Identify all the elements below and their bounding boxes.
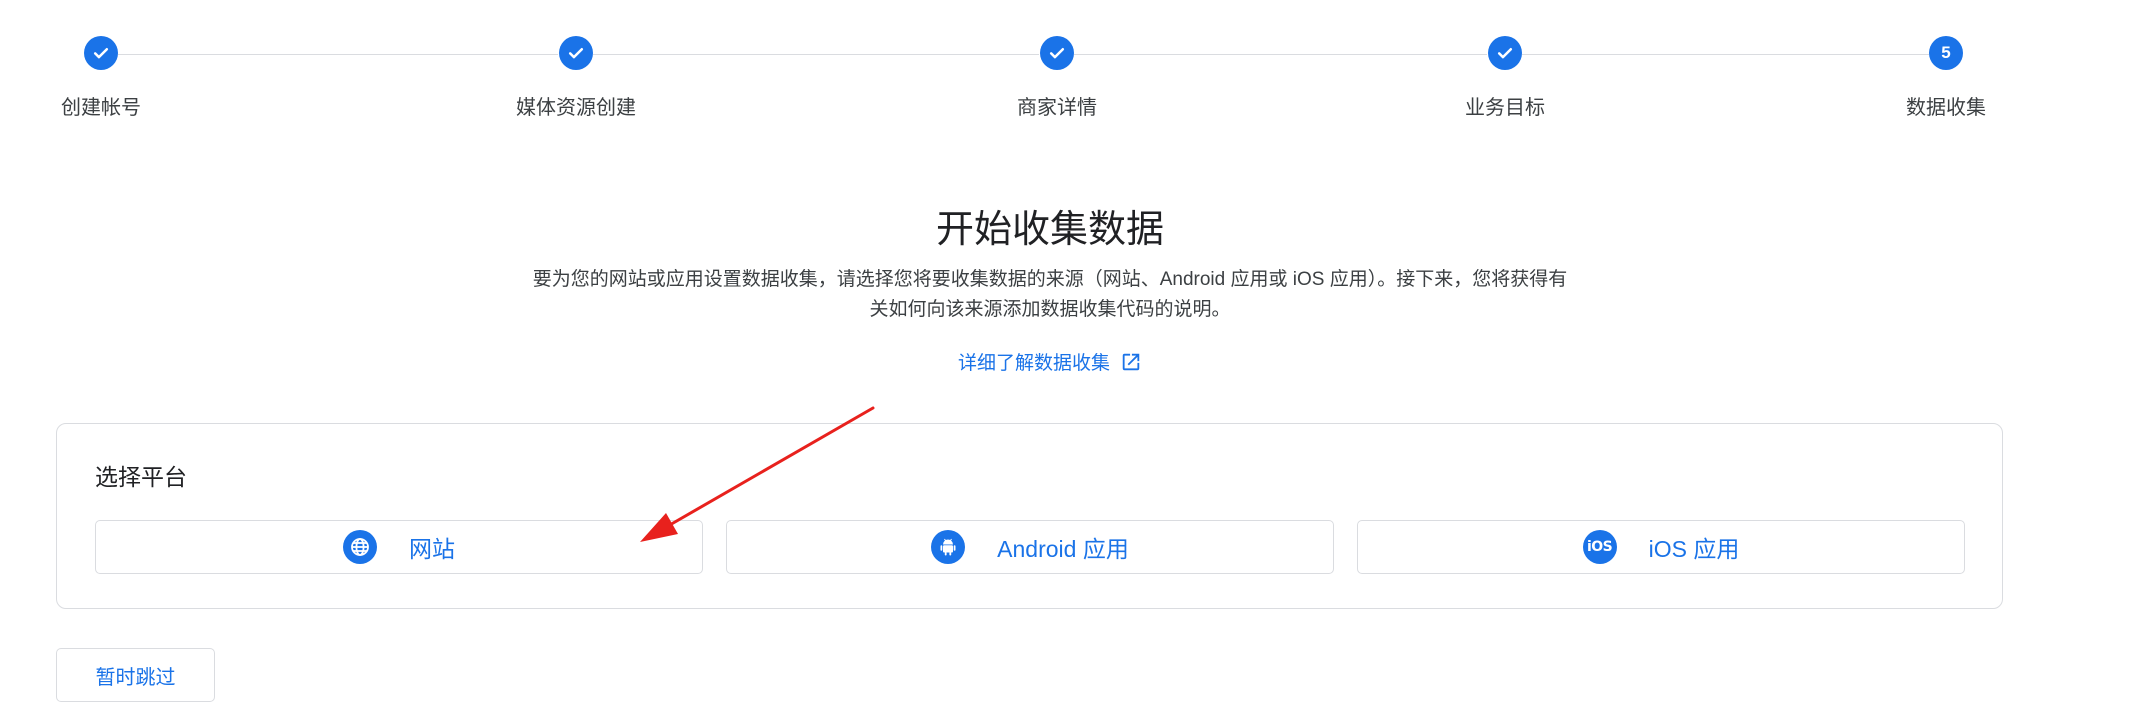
skip-button[interactable]: 暂时跳过 [56, 648, 215, 702]
platform-android-button[interactable]: Android 应用 [726, 520, 1334, 574]
check-icon [1488, 36, 1522, 70]
step-create-account: 创建帐号 [0, 36, 211, 120]
android-icon [931, 530, 966, 564]
step-data-collection: 5 数据收集 [1836, 36, 2056, 120]
description-line: 关如何向该来源添加数据收集代码的说明。 [869, 299, 1231, 320]
platform-label: 网站 [409, 536, 455, 562]
step-business-objectives: 业务目标 [1395, 36, 1615, 120]
step-label: 业务目标 [1465, 97, 1545, 119]
step-label: 数据收集 [1906, 97, 1986, 119]
step-business-details: 商家详情 [947, 36, 1167, 120]
step-property-creation: 媒体资源创建 [466, 36, 686, 120]
learn-more-label: 详细了解数据收集 [957, 353, 1110, 374]
platform-ios-button[interactable]: iOS iOS 应用 [1357, 520, 1965, 574]
globe-icon [343, 530, 377, 564]
step-label: 创建帐号 [61, 97, 141, 119]
step-number-badge: 5 [1929, 36, 1963, 70]
learn-more-link[interactable]: 详细了解数据收集 [0, 348, 2100, 375]
platform-web-button[interactable]: 网站 [95, 520, 703, 574]
progress-stepper: 创建帐号 媒体资源创建 商家详情 业务目标 5 数据收集 [0, 0, 2149, 140]
ios-icon: iOS [1582, 530, 1617, 564]
check-icon [84, 36, 118, 70]
step-label: 商家详情 [1017, 97, 1097, 119]
open-in-new-icon [1122, 353, 1140, 371]
description-line: 要为您的网站或应用设置数据收集，请选择您将要收集数据的来源（网站、Android… [532, 269, 1568, 290]
platform-label: iOS 应用 [1648, 536, 1740, 562]
step-label: 媒体资源创建 [516, 97, 636, 119]
platform-label: Android 应用 [997, 536, 1129, 562]
check-icon [559, 36, 593, 70]
page-description: 要为您的网站或应用设置数据收集，请选择您将要收集数据的来源（网站、Android… [425, 265, 1675, 325]
page-title: 开始收集数据 [935, 209, 1164, 251]
ios-icon-text: iOS [1586, 539, 1613, 555]
platform-select-card: 选择平台 网站 Android 应用 iOS iOS 应用 [56, 423, 2003, 609]
check-icon [1040, 36, 1074, 70]
card-title: 选择平台 [95, 464, 187, 490]
